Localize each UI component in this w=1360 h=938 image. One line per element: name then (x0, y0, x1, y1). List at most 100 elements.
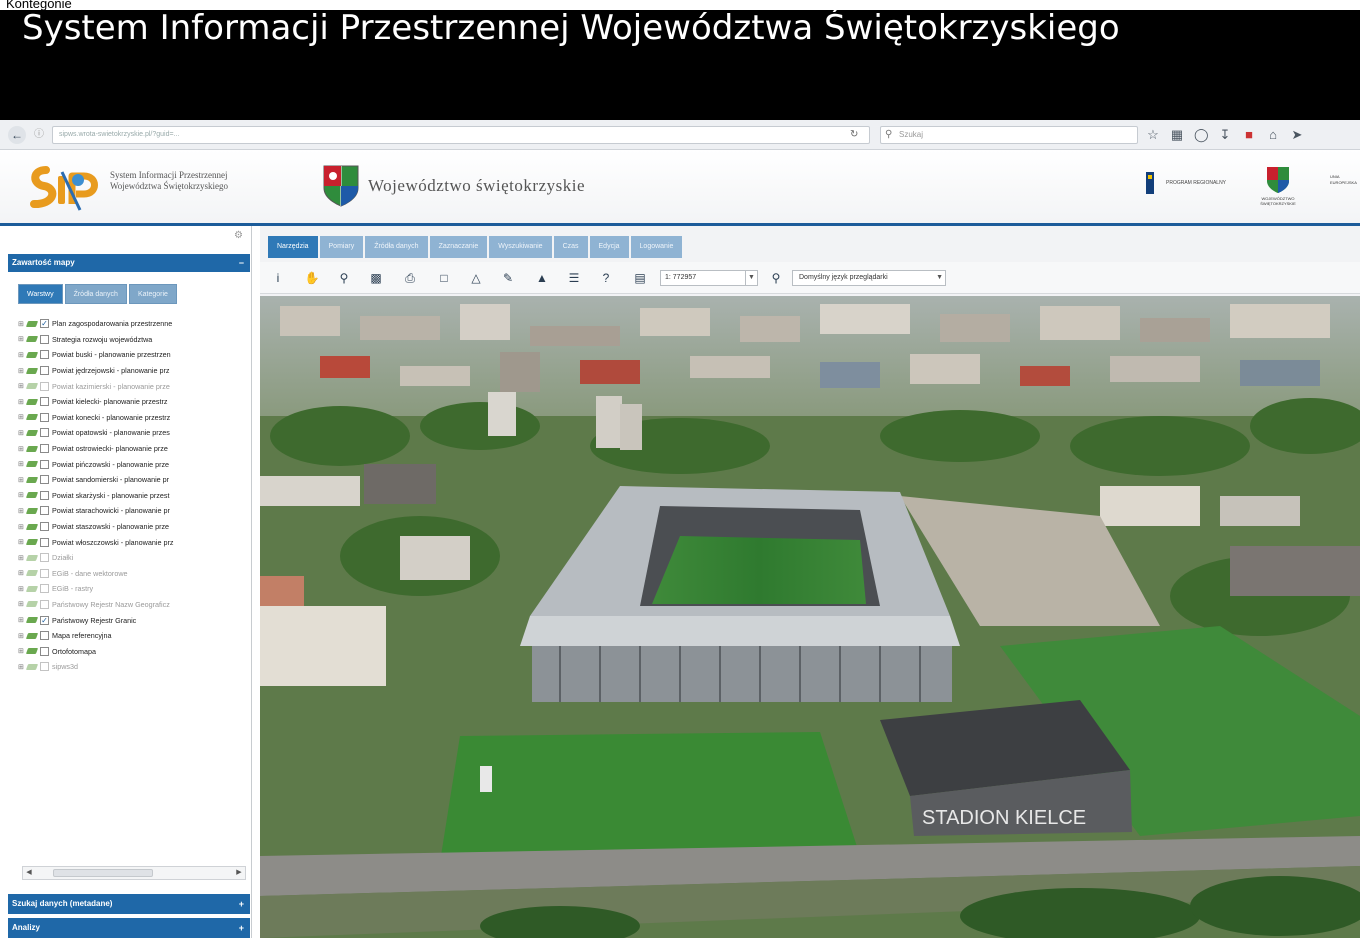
tab-time[interactable]: Czas (553, 236, 588, 258)
expand-plus-icon[interactable]: ⊞ (18, 445, 26, 453)
layer-item[interactable]: ⊞ ✓ Plan zagospodarowania przestrzenne (18, 316, 252, 332)
layer-item[interactable]: ⊞ Powiat sandomierski - planowanie pr (18, 472, 252, 488)
tab-measurements[interactable]: Pomiary (319, 236, 364, 258)
bookmark-star-icon[interactable]: ☆ (1146, 126, 1160, 144)
home-icon[interactable]: ⌂ (1266, 126, 1280, 144)
measure-icon[interactable]: △ (468, 270, 484, 286)
scrollbar-thumb[interactable] (53, 869, 153, 877)
extension-icon[interactable]: ■ (1242, 126, 1256, 144)
tab-tools[interactable]: Narzędzia (268, 236, 318, 258)
download-icon[interactable]: ↧ (1218, 126, 1232, 144)
chevron-down-icon[interactable]: ▼ (745, 271, 757, 285)
pan-icon[interactable]: ✋ (304, 270, 320, 286)
chevron-down-icon[interactable]: ▼ (936, 271, 943, 285)
expand-plus-icon[interactable]: ⊞ (18, 632, 26, 640)
layer-item[interactable]: ⊞ Powiat jędrzejowski - planowanie prz (18, 363, 252, 379)
layer-checkbox[interactable] (40, 537, 49, 547)
layer-item[interactable]: ⊞ Ortofotomapa (18, 643, 252, 659)
expand-plus-icon[interactable]: ⊞ (18, 616, 26, 624)
layer-item[interactable]: ⊞ Powiat kazimierski - planowanie prze (18, 378, 252, 394)
print-icon[interactable]: ⎙ (402, 270, 418, 286)
expand-plus-icon[interactable]: ⊞ (18, 600, 26, 608)
scroll-right-icon[interactable]: ▶ (233, 867, 245, 879)
layer-item[interactable]: ⊞ Powiat skarżyski - planowanie przest (18, 488, 252, 504)
expand-plus-icon[interactable]: ⊞ (18, 382, 26, 390)
save-icon[interactable]: ▩ (368, 270, 384, 286)
url-bar[interactable]: sipws.wrota-swietokrzyskie.pl/?guid=... (52, 126, 870, 144)
tab-selection[interactable]: Zaznaczanie (429, 236, 488, 258)
help-icon[interactable]: ? (598, 270, 614, 286)
layer-checkbox[interactable] (40, 490, 49, 500)
expand-plus-icon[interactable]: ⊞ (18, 335, 26, 343)
expand-plus-icon[interactable]: ⊞ (18, 507, 26, 515)
panel-settings-icon[interactable]: ⚙ (234, 230, 243, 241)
expand-plus-icon[interactable]: ⊞ (18, 554, 26, 562)
scale-select[interactable]: 1: 772957 ▼ (660, 270, 758, 286)
analysis-header[interactable]: Analizy + (8, 918, 250, 938)
layer-checkbox[interactable] (40, 646, 49, 656)
tab-categories[interactable]: Kategorie (128, 284, 177, 304)
expand-plus-icon[interactable]: ⊞ (18, 351, 26, 359)
map-contents-header[interactable]: Zawartość mapy − (8, 254, 250, 272)
expand-plus-icon[interactable]: ⊞ (18, 320, 26, 328)
layer-item[interactable]: ⊞ Powiat ostrowiecki- planowanie prze (18, 441, 252, 457)
extent-icon[interactable]: □ (436, 270, 452, 286)
layer-item[interactable]: ⊞ Powiat staszowski - planowanie prze (18, 519, 252, 535)
scroll-left-icon[interactable]: ◀ (23, 867, 35, 879)
info-circle-icon[interactable]: ⓘ (30, 126, 48, 144)
layer-checkbox[interactable] (40, 631, 49, 641)
layer-item[interactable]: ⊞ Państwowy Rejestr Nazw Geograficz (18, 597, 252, 613)
collapse-icon[interactable]: − (239, 254, 244, 272)
scale-icon[interactable]: ▤ (632, 270, 648, 286)
expand-plus-icon[interactable]: ⊞ (18, 491, 26, 499)
expand-plus-icon[interactable]: ⊞ (18, 429, 26, 437)
info-icon[interactable]: i (270, 270, 286, 286)
edit-icon[interactable]: ✎ (500, 270, 516, 286)
layer-checkbox[interactable] (40, 475, 49, 485)
send-icon[interactable]: ➤ (1290, 126, 1304, 144)
tab-login[interactable]: Logowanie (630, 236, 683, 258)
expand-plus-icon[interactable]: ⊞ (18, 476, 26, 484)
expand-plus-icon[interactable]: ⊞ (18, 413, 26, 421)
expand-plus-icon[interactable]: ⊞ (18, 398, 26, 406)
expand-plus-icon[interactable]: ⊞ (18, 460, 26, 468)
layer-item[interactable]: ⊞ Powiat włoszczowski - planowanie prz (18, 534, 252, 550)
layer-item[interactable]: ⊞ Powiat konecki - planowanie przestrz (18, 410, 252, 426)
layer-checkbox[interactable] (40, 506, 49, 516)
tab-data-sources[interactable]: Źródła danych (365, 236, 428, 258)
layer-checkbox[interactable] (40, 584, 49, 594)
layer-item[interactable]: ⊞ Mapa referencyjna (18, 628, 252, 644)
layer-item[interactable]: ⊞ Powiat starachowicki - planowanie pr (18, 503, 252, 519)
layer-checkbox[interactable] (40, 428, 49, 438)
locate-icon[interactable]: ⚲ (768, 270, 784, 286)
tab-search[interactable]: Wyszukiwanie (489, 236, 552, 258)
expand-plus-icon[interactable]: ⊞ (18, 367, 26, 375)
expand-plus-icon[interactable]: ⊞ (18, 569, 26, 577)
layer-item[interactable]: ⊞ EGiB - dane wektorowe (18, 566, 252, 582)
expand-plus-icon[interactable]: ⊞ (18, 647, 26, 655)
layer-checkbox[interactable] (40, 553, 49, 563)
expand-plus-icon[interactable]: ⊞ (18, 585, 26, 593)
reading-icon[interactable]: ▦ (1170, 126, 1184, 144)
layer-checkbox[interactable] (40, 334, 49, 344)
layer-item[interactable]: ⊞ Powiat buski - planowanie przestrzen (18, 347, 252, 363)
layer-tree-scrollbar[interactable]: ◀ ▶ (22, 866, 246, 880)
expand-icon[interactable]: + (239, 894, 244, 914)
layer-checkbox[interactable] (40, 599, 49, 609)
layer-item[interactable]: ⊞ EGiB - rastry (18, 581, 252, 597)
layer-checkbox[interactable] (40, 444, 49, 454)
layer-item[interactable]: ⊞ Powiat kielecki- planowanie przestrz (18, 394, 252, 410)
zoom-icon[interactable]: ⚲ (336, 270, 352, 286)
pocket-icon[interactable]: ◯ (1194, 126, 1209, 144)
tab-edit[interactable]: Edycja (589, 236, 629, 258)
layer-checkbox[interactable] (40, 412, 49, 422)
list-icon[interactable]: ☰ (566, 270, 582, 286)
metadata-search-header[interactable]: Szukaj danych (metadane) + (8, 894, 250, 914)
language-select[interactable]: Domyślny język przeglądarki ▼ (792, 270, 946, 286)
layer-item[interactable]: ⊞ Działki (18, 550, 252, 566)
layer-checkbox[interactable] (40, 662, 49, 672)
layer-checkbox[interactable] (40, 522, 49, 532)
browser-search-input[interactable]: ⚲ Szukaj (880, 126, 1138, 144)
layer-item[interactable]: ⊞ ✓ Państwowy Rejestr Granic (18, 612, 252, 628)
layer-item[interactable]: ⊞ Powiat opatowski - planowanie przes (18, 425, 252, 441)
